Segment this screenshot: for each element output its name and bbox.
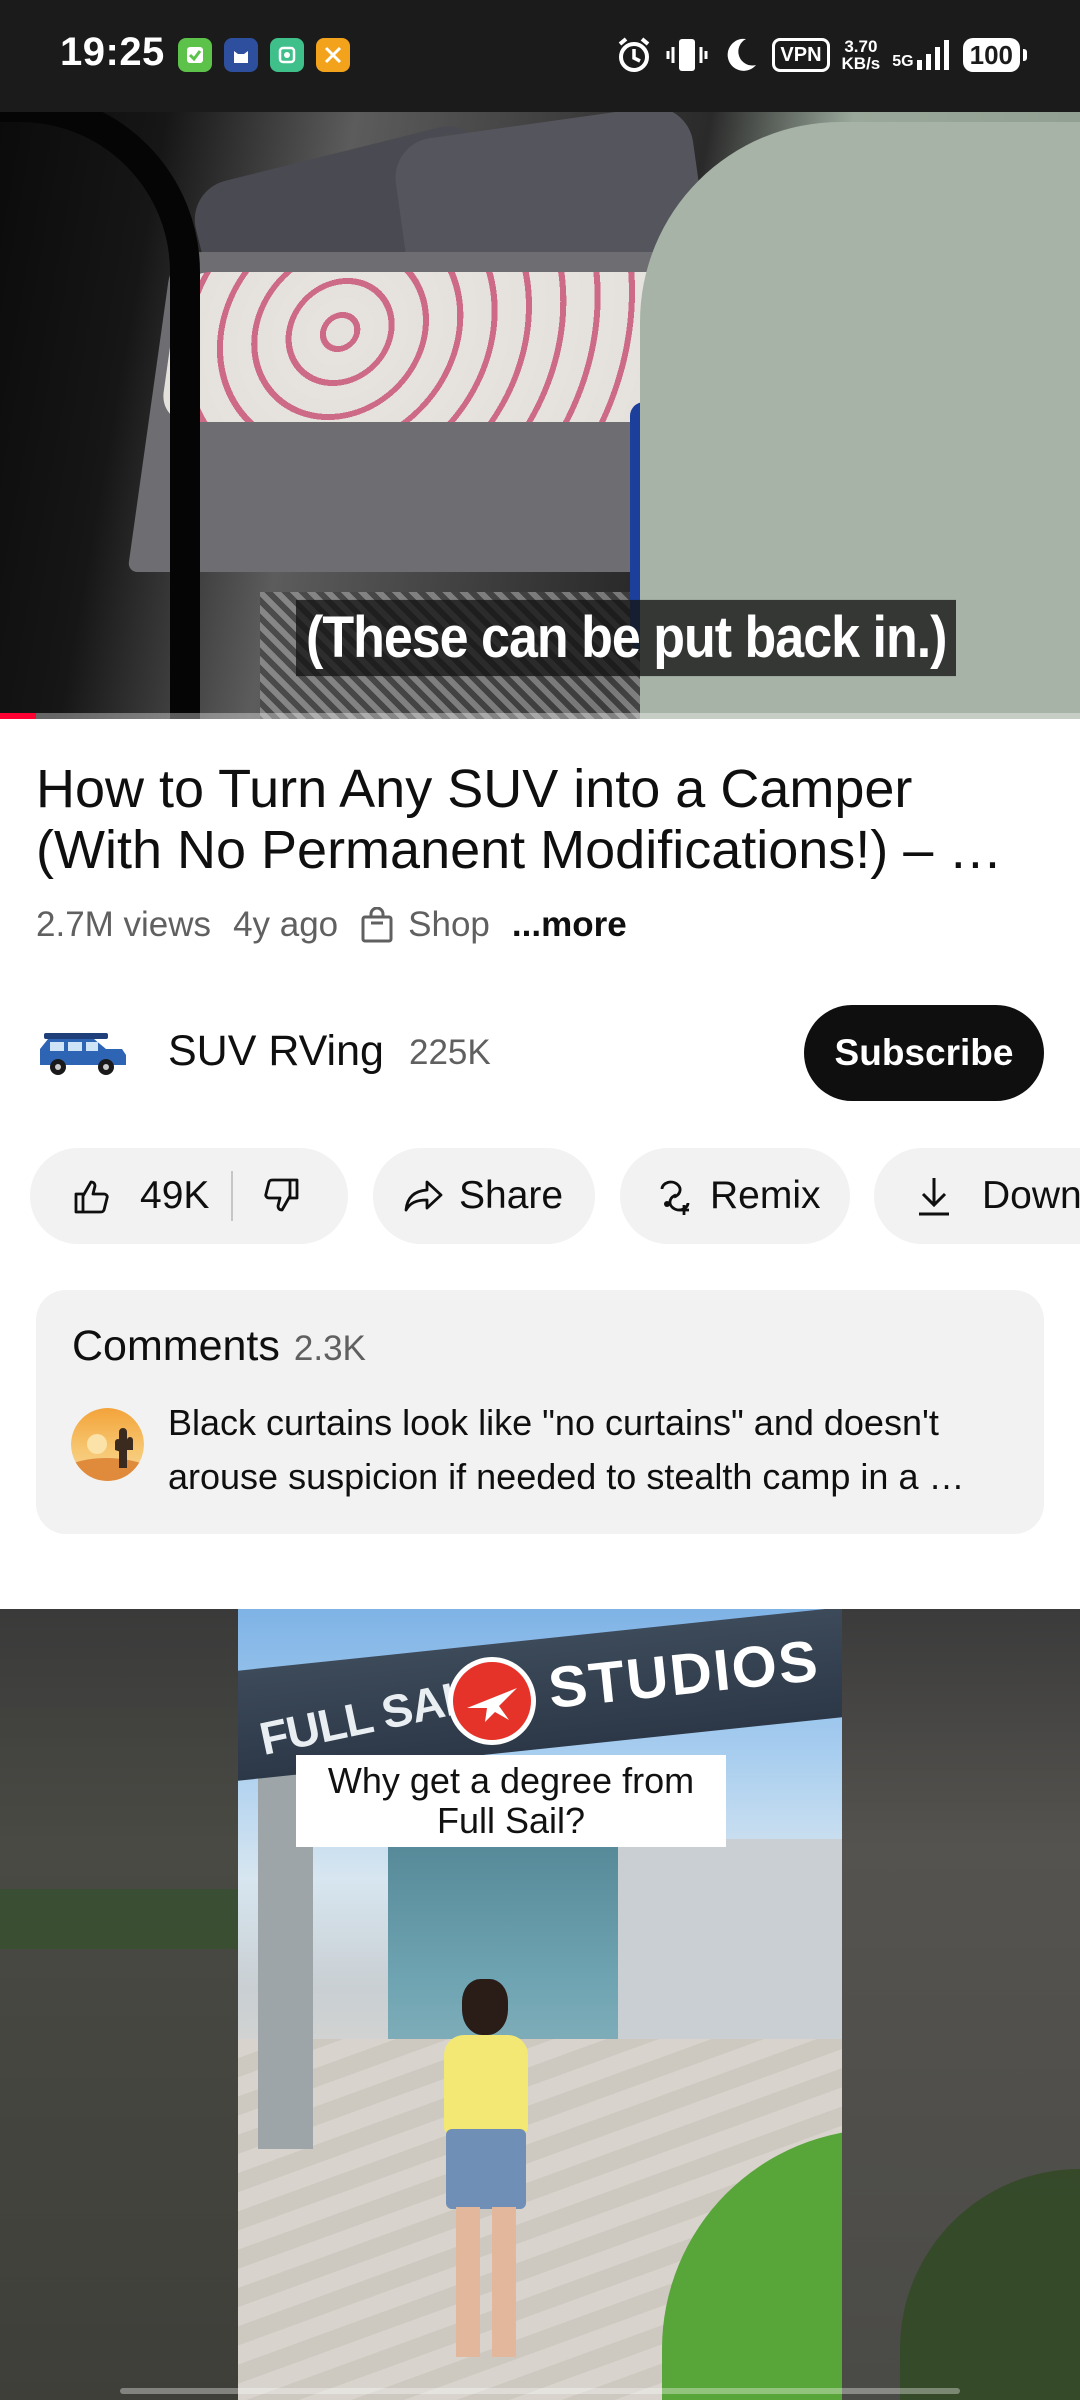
comments-count: 2.3K (293, 1329, 366, 1368)
status-indicators: VPN 3.70 KB/s 5G 100 (614, 30, 1028, 80)
download-icon (919, 1178, 949, 1216)
green-app-icon (270, 38, 304, 72)
like-thumbs-up-icon[interactable] (72, 1176, 112, 1216)
next-video-caption: Why get a degree from Full Sail? (296, 1755, 726, 1847)
alarm-icon (619, 37, 650, 72)
remix-label: Remix (710, 1174, 821, 1217)
remix-button[interactable]: Remix (620, 1148, 850, 1244)
status-bar: 19:25 VPN 3.70 KB/s 5G 100 (0, 0, 1080, 112)
status-time: 19:25 (60, 30, 165, 74)
video-frame-person (416, 1979, 556, 2379)
next-video-frame: STUDIOS FULL SAIL Why get a degree from … (238, 1609, 842, 2400)
view-count: 2.7M views (36, 905, 212, 944)
signal-indicator: 5G (892, 40, 950, 70)
download-button[interactable]: Down (874, 1148, 1080, 1244)
commenter-avatar-desert-cactus-icon[interactable] (71, 1408, 144, 1481)
channel-row[interactable]: SUV RVing 225K Subscribe (36, 1005, 1044, 1101)
like-dislike-pill: 49K (30, 1148, 348, 1244)
video-subtitle: (These can be put back in.) (296, 599, 957, 677)
share-label: Share (459, 1174, 564, 1217)
do-not-disturb-moon-icon (728, 38, 757, 71)
like-divider (231, 1171, 234, 1221)
full-sail-logo-icon (448, 1657, 536, 1745)
shop-label: Shop (408, 905, 490, 944)
orange-tools-icon (316, 38, 350, 72)
vpn-badge: VPN (772, 38, 830, 72)
share-button[interactable]: Share (373, 1148, 595, 1244)
next-video-preview[interactable]: STUDIOS FULL SAIL Why get a degree from … (0, 1609, 1080, 2400)
video-info-sheet: How to Turn Any SUV into a Camper (With … (0, 719, 1080, 1609)
video-player[interactable]: (These can be put back in.) (0, 112, 1080, 719)
more-link[interactable]: ...more (512, 905, 627, 945)
subscribe-button[interactable]: Subscribe (804, 1005, 1044, 1101)
subscriber-count: 225K (409, 1033, 491, 1072)
signal-bars-icon (916, 40, 949, 70)
shopping-bag-icon (361, 907, 393, 943)
top-comment-text[interactable]: Black curtains look like "no curtains" a… (168, 1396, 1004, 1504)
video-metadata[interactable]: 2.7M views 4y ago Shop ...more (36, 905, 627, 945)
share-arrow-icon (404, 1180, 443, 1212)
channel-avatar-suv-icon[interactable] (36, 1027, 128, 1079)
blurred-background-left (0, 1609, 238, 2400)
next-video-progress-bar (120, 2388, 960, 2394)
upload-age: 4y ago (233, 905, 339, 944)
blurred-background-right (842, 1609, 1080, 2400)
cat-app-icon (224, 38, 258, 72)
vibrate-icon (666, 39, 708, 71)
comments-title: Comments (72, 1322, 280, 1370)
notification-icons (178, 38, 350, 72)
network-speed: 3.70 KB/s (841, 37, 881, 73)
green-task-icon (178, 38, 212, 72)
comments-header: Comments 2.3K (72, 1322, 366, 1371)
action-bar: 49K Share Remix Down (30, 1148, 1080, 1244)
comments-panel[interactable]: Comments 2.3K Black curtains look like "… (36, 1290, 1044, 1534)
battery-indicator: 100 (962, 38, 1028, 72)
video-progress-fill (0, 713, 36, 719)
download-label: Down (982, 1174, 1080, 1217)
shop-link[interactable]: Shop (360, 905, 490, 945)
video-title[interactable]: How to Turn Any SUV into a Camper (With … (36, 759, 1046, 881)
remix-icon (660, 1180, 690, 1215)
video-frame-art (0, 112, 200, 719)
dislike-button[interactable] (261, 1176, 301, 1216)
dislike-thumbs-down-icon (264, 1178, 299, 1212)
channel-name[interactable]: SUV RVing (168, 1027, 384, 1076)
like-count[interactable]: 49K (140, 1174, 209, 1218)
